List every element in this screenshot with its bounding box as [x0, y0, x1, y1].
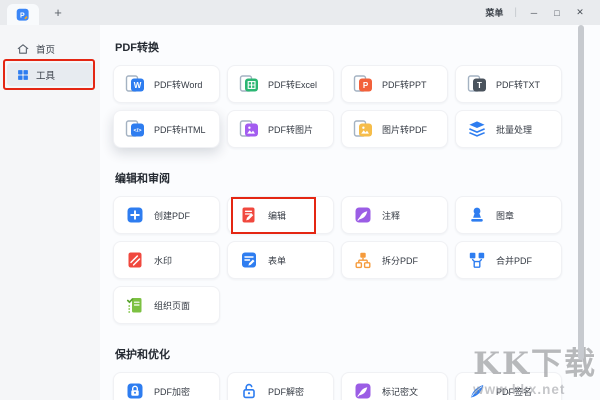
tool-card-label: 创建PDF: [154, 210, 191, 221]
tool-card-merge-pdf[interactable]: 合并PDF: [455, 241, 562, 279]
image-to-pdf-icon: [353, 119, 373, 139]
section-3: 保护和优化 PDF加密 PDF解密 标记密文 PDF签名: [113, 346, 600, 400]
tool-card-watermark[interactable]: 水印: [113, 241, 220, 279]
tool-card-pdf-to-ppt[interactable]: P PDF转PPT: [341, 65, 448, 103]
tools-grid-icon: [16, 68, 30, 82]
section-1: PDF转换 W PDF转Word PDF转Excel P PDF转PPT T PDF转TXT <…: [113, 39, 600, 148]
tool-card-pdf-decrypt[interactable]: PDF解密: [227, 372, 334, 400]
pdf-to-html-icon: </>: [125, 119, 145, 139]
section-title: 保护和优化: [115, 349, 170, 361]
merge-pdf-icon: [467, 250, 487, 270]
tool-card-pdf-encrypt[interactable]: PDF加密: [113, 372, 220, 400]
stamp-icon: [467, 205, 487, 225]
annotate-icon: [353, 205, 373, 225]
tool-card-redact[interactable]: 标记密文: [341, 372, 448, 400]
sidebar-item-label: 首页: [36, 44, 56, 56]
app-tab[interactable]: P: [7, 4, 39, 25]
pdf-to-image-icon: [239, 119, 259, 139]
svg-text:W: W: [134, 81, 142, 90]
watermark-icon: [125, 250, 145, 270]
tool-card-form[interactable]: 表单: [227, 241, 334, 279]
tool-card-label: 标记密文: [382, 386, 419, 397]
section-2: 编辑和审阅创建PDF 编辑 注释 图章水印 表单 拆分PDF 合并PDF 组织页面: [113, 170, 600, 324]
divider: |: [514, 7, 517, 18]
batch-process-icon: [467, 119, 487, 139]
tool-card-label: PDF签名: [496, 386, 533, 397]
tool-card-label: PDF转Word: [154, 79, 203, 90]
close-button[interactable]: ✕: [574, 7, 586, 18]
svg-text:</>: </>: [133, 128, 142, 134]
edit-icon: [239, 205, 259, 225]
section-title: 编辑和审阅: [115, 173, 170, 185]
maximize-button[interactable]: □: [551, 8, 563, 18]
tool-card-label: 拆分PDF: [382, 255, 419, 266]
home-icon: [16, 42, 30, 56]
tool-grid: W PDF转Word PDF转Excel P PDF转PPT T PDF转TXT </> PDF…: [113, 65, 600, 148]
tool-card-label: 组织页面: [154, 300, 191, 311]
tool-card-image-to-pdf[interactable]: 图片转PDF: [341, 110, 448, 148]
vertical-scrollbar[interactable]: [578, 25, 584, 360]
tool-grid: PDF加密 PDF解密 标记密文 PDF签名: [113, 372, 600, 400]
pdf-decrypt-icon: [239, 381, 259, 400]
tool-card-label: PDF转PPT: [382, 79, 427, 90]
title-bar: P + 菜单 | ─ □ ✕: [0, 0, 600, 26]
sidebar-item-label: 工具: [36, 70, 56, 82]
tool-card-label: 图片转PDF: [382, 124, 428, 135]
form-icon: [239, 250, 259, 270]
tool-card-batch-process[interactable]: 批量处理: [455, 110, 562, 148]
tool-grid: 创建PDF 编辑 注释 图章水印 表单 拆分PDF 合并PDF 组织页面: [113, 196, 600, 324]
pdf-to-txt-icon: T: [467, 74, 487, 94]
pdf-sign-icon: [467, 381, 487, 400]
tool-card-pdf-to-image[interactable]: PDF转图片: [227, 110, 334, 148]
tool-card-pdf-to-word[interactable]: W PDF转Word: [113, 65, 220, 103]
tool-card-label: 表单: [268, 255, 287, 266]
menu-button[interactable]: 菜单: [485, 6, 503, 19]
tool-card-label: 水印: [154, 255, 173, 266]
tool-card-label: 注释: [382, 210, 401, 221]
redact-icon: [353, 381, 373, 400]
svg-text:P: P: [363, 81, 369, 90]
create-pdf-icon: [125, 205, 145, 225]
split-pdf-icon: [353, 250, 373, 270]
tool-card-label: PDF转TXT: [496, 79, 540, 90]
tool-card-stamp[interactable]: 图章: [455, 196, 562, 234]
tool-card-label: PDF转Excel: [268, 79, 318, 90]
tool-card-pdf-to-txt[interactable]: T PDF转TXT: [455, 65, 562, 103]
pdf-encrypt-icon: [125, 381, 145, 400]
tool-card-label: PDF转图片: [268, 124, 314, 135]
tool-card-pdf-to-excel[interactable]: PDF转Excel: [227, 65, 334, 103]
tool-card-split-pdf[interactable]: 拆分PDF: [341, 241, 448, 279]
tool-card-label: PDF加密: [154, 386, 191, 397]
tool-card-label: PDF解密: [268, 386, 305, 397]
sidebar: 首页 工具: [0, 25, 100, 400]
svg-text:P: P: [20, 12, 25, 19]
tool-card-label: PDF转HTML: [154, 124, 206, 135]
tool-card-edit[interactable]: 编辑: [227, 196, 334, 234]
tool-card-annotate[interactable]: 注释: [341, 196, 448, 234]
sidebar-item-tools[interactable]: 工具: [3, 59, 95, 90]
tool-card-organize-pages[interactable]: 组织页面: [113, 286, 220, 324]
tool-card-label: 合并PDF: [496, 255, 533, 266]
pdf-to-excel-icon: [239, 74, 259, 94]
minimize-button[interactable]: ─: [528, 8, 540, 18]
organize-pages-icon: [125, 295, 145, 315]
sidebar-item-home[interactable]: 首页: [7, 37, 93, 60]
new-tab-button[interactable]: +: [49, 4, 67, 22]
pdf-to-ppt-icon: P: [353, 74, 373, 94]
svg-text:T: T: [477, 81, 482, 90]
pdf-to-word-icon: W: [125, 74, 145, 94]
tool-card-pdf-sign[interactable]: PDF签名: [455, 372, 562, 400]
tool-card-create-pdf[interactable]: 创建PDF: [113, 196, 220, 234]
tool-card-label: 批量处理: [496, 124, 533, 135]
tool-card-pdf-to-html[interactable]: </> PDF转HTML: [113, 110, 220, 148]
tool-card-label: 编辑: [268, 210, 287, 221]
section-title: PDF转换: [115, 42, 159, 54]
main-content: PDF转换 W PDF转Word PDF转Excel P PDF转PPT T PDF转TXT <…: [100, 25, 600, 400]
tool-card-label: 图章: [496, 210, 515, 221]
app-logo-icon: P: [16, 8, 30, 22]
